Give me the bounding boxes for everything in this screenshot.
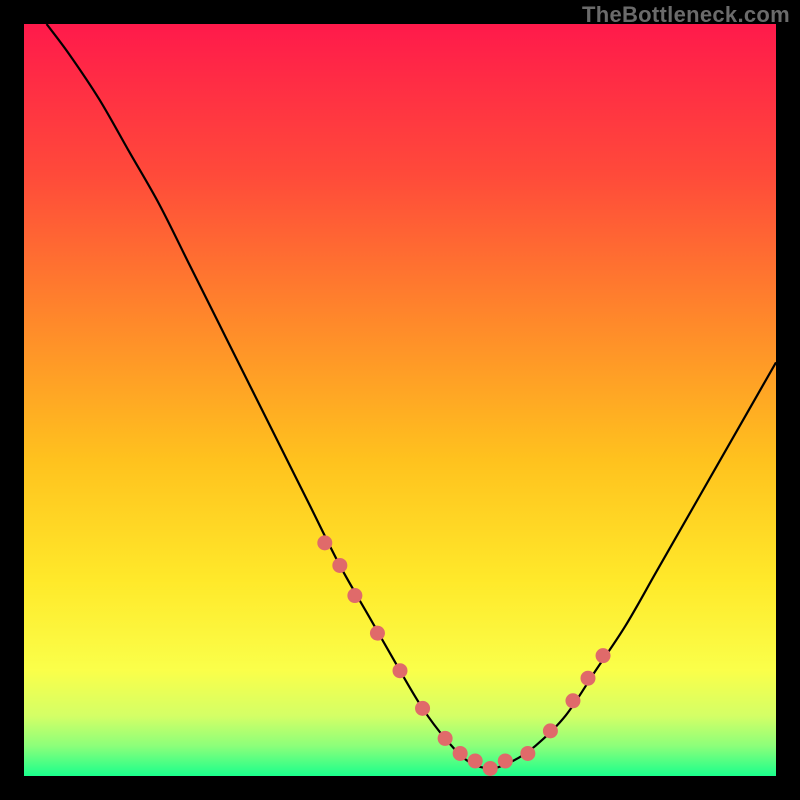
marker-dot [370, 626, 385, 641]
marker-dot [543, 723, 558, 738]
marker-dot [498, 753, 513, 768]
marker-dot [565, 693, 580, 708]
marker-dot [438, 731, 453, 746]
plot-area [24, 24, 776, 776]
marker-dot [332, 558, 347, 573]
marker-dot [393, 663, 408, 678]
marker-dot [415, 701, 430, 716]
marker-dot [317, 535, 332, 550]
marker-dot [453, 746, 468, 761]
marker-dot [596, 648, 611, 663]
bottleneck-chart [24, 24, 776, 776]
marker-dot [468, 753, 483, 768]
marker-dot [520, 746, 535, 761]
marker-dot [347, 588, 362, 603]
marker-dot [483, 761, 498, 776]
chart-frame: TheBottleneck.com [0, 0, 800, 800]
marker-dot [581, 671, 596, 686]
gradient-background [24, 24, 776, 776]
